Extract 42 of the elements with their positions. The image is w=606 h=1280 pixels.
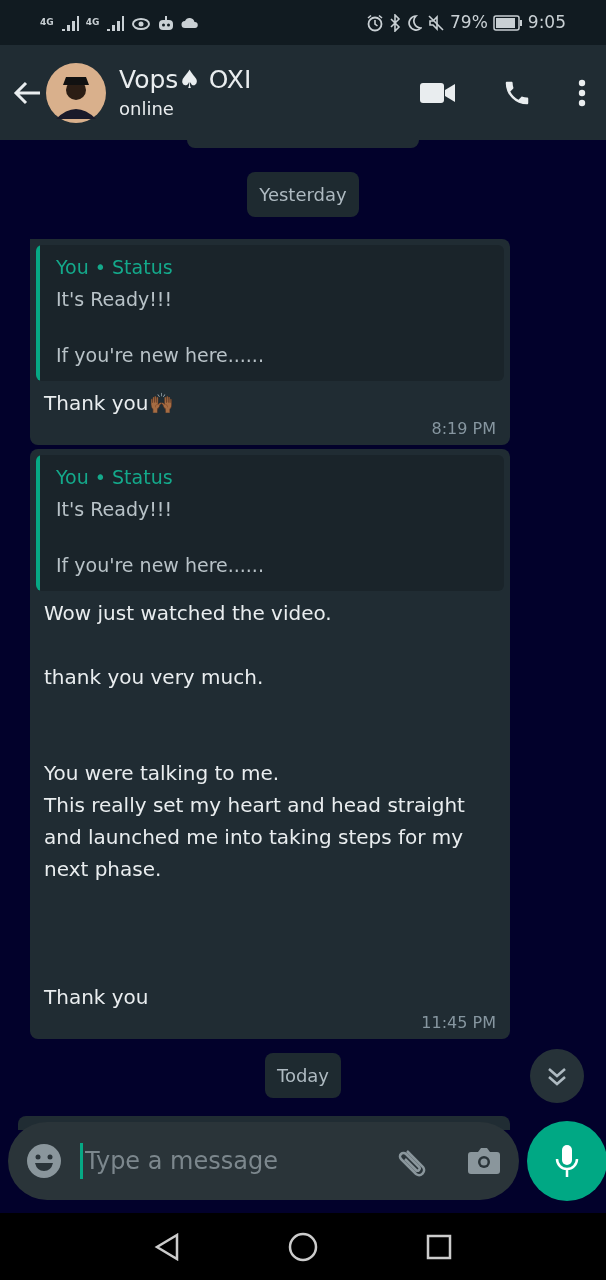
recent-apps-icon[interactable] (426, 1233, 452, 1260)
quote-sender: You • Status (56, 255, 174, 280)
avatar[interactable] (46, 62, 106, 123)
quote-text: If you're new here...... (56, 553, 264, 578)
bluetooth-icon (389, 13, 401, 32)
network-label: 4G (85, 15, 100, 29)
mute-icon (427, 13, 445, 32)
presence-status: online (119, 96, 175, 121)
back-nav-icon[interactable] (154, 1232, 180, 1261)
quote-text: It's Ready!!! (56, 497, 174, 522)
message-text: Thank you🙌🏾 (44, 390, 174, 417)
quote-text: It's Ready!!! (56, 287, 174, 312)
message-input[interactable]: Type a message (80, 1143, 385, 1179)
quote-sender: You • Status (56, 465, 174, 490)
signal-icon (59, 14, 80, 31)
camera-icon[interactable] (467, 1146, 501, 1176)
home-nav-icon[interactable] (288, 1231, 318, 1262)
message-bubble[interactable]: You • Status It's Ready!!! If you're new here...... Thank you🙌🏾 8:19 PM (30, 239, 510, 445)
quoted-status[interactable]: You • Status It's Ready!!! If you're new here...... (36, 455, 504, 591)
alarm-icon (366, 13, 384, 32)
message-text: Wow just watched the video. thank you very much. You were talking to me. This really set my heart and head straight and launched me into taking steps for my next phase. Thank you (44, 600, 466, 1011)
clock-time: 9:05 (527, 10, 566, 34)
double-chevron-icon (546, 1066, 568, 1086)
quote-text: If you're new here...... (56, 343, 264, 368)
network-label: 4G (40, 15, 54, 29)
robot-icon (157, 14, 176, 31)
microphone-icon (554, 1143, 580, 1179)
more-options-icon[interactable] (578, 78, 586, 107)
battery-icon (492, 14, 523, 31)
back-arrow-icon[interactable] (12, 79, 42, 106)
message-time: 11:45 PM (421, 1013, 496, 1033)
contact-name[interactable]: Vops♠ OXI (119, 63, 420, 96)
scroll-down-button[interactable] (530, 1049, 584, 1103)
message-time: 8:19 PM (431, 419, 496, 439)
quoted-status[interactable]: You • Status It's Ready!!! If you're new here...... (36, 245, 504, 381)
video-call-icon[interactable] (420, 80, 456, 105)
moon-icon (406, 13, 422, 32)
message-composer[interactable]: Type a message (8, 1122, 519, 1200)
cloud-icon (181, 16, 200, 29)
battery-percentage: 79% (450, 10, 488, 34)
signal-icon (105, 14, 126, 31)
emoji-icon[interactable] (26, 1143, 62, 1179)
